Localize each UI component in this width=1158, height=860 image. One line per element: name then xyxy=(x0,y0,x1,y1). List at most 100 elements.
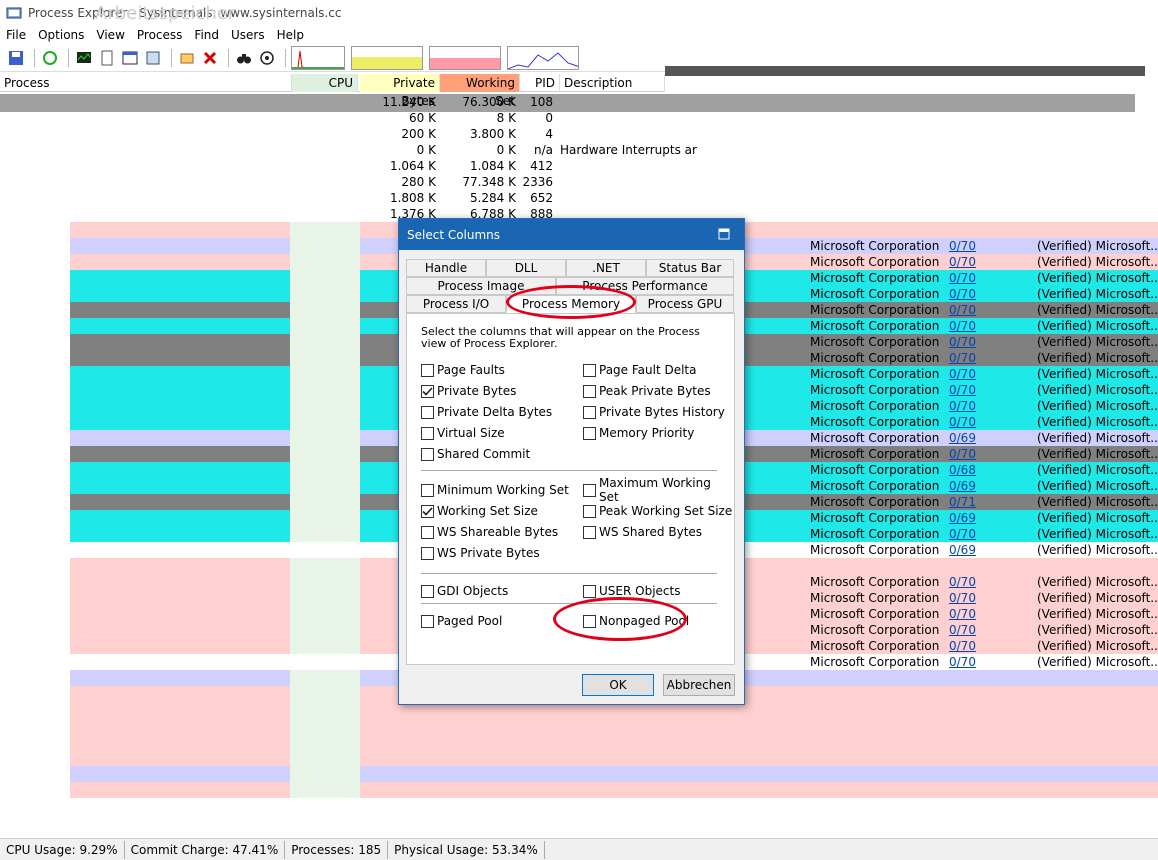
cpu-graph[interactable] xyxy=(291,45,345,70)
checkbox-page-faults[interactable]: Page Faults xyxy=(421,362,505,378)
cell-ver[interactable]: 0/69 xyxy=(949,542,976,558)
refresh-icon[interactable] xyxy=(40,48,60,68)
table-row[interactable] xyxy=(0,782,1158,798)
column-private-bytes[interactable]: Private Bytes xyxy=(360,74,440,108)
target-icon[interactable] xyxy=(257,48,277,68)
table-row[interactable]: 60 K 8 K 0 xyxy=(0,110,1158,126)
checkbox-box[interactable] xyxy=(583,405,596,419)
tab-process-image[interactable]: Process Image xyxy=(406,277,556,295)
table-row[interactable]: 1.064 K 1.084 K 412 xyxy=(0,158,1158,174)
tab-process-gpu[interactable]: Process GPU xyxy=(636,295,734,313)
cell-ver[interactable]: 0/70 xyxy=(949,334,976,350)
cell-ver[interactable]: 0/70 xyxy=(949,270,976,286)
cell-ver[interactable]: 0/70 xyxy=(949,414,976,430)
menu-options[interactable]: Options xyxy=(32,26,90,44)
menu-find[interactable]: Find xyxy=(188,26,225,44)
column-description[interactable]: Description xyxy=(560,74,665,92)
checkbox-user-objects[interactable]: USER Objects xyxy=(583,583,680,599)
checkmark-icon[interactable] xyxy=(421,504,434,518)
checkbox-ws-shared-bytes[interactable]: WS Shared Bytes xyxy=(583,524,702,540)
binoculars-icon[interactable] xyxy=(234,48,254,68)
table-row[interactable]: 0 K 0 K n/a Hardware Interrupts ar xyxy=(0,142,1158,158)
physical-graph[interactable] xyxy=(429,45,501,70)
menu-view[interactable]: View xyxy=(90,26,130,44)
commit-graph[interactable] xyxy=(351,45,423,70)
tab-net[interactable]: .NET xyxy=(566,259,646,277)
column-cpu[interactable]: CPU xyxy=(292,74,358,92)
cell-ver[interactable]: 0/70 xyxy=(949,526,976,542)
checkbox-paged-pool[interactable]: Paged Pool xyxy=(421,613,502,629)
checkbox-minimum-working-set[interactable]: Minimum Working Set xyxy=(421,482,569,498)
checkbox-private-bytes[interactable]: Private Bytes xyxy=(421,383,516,399)
cell-ver[interactable]: 0/70 xyxy=(949,590,976,606)
ok-button[interactable]: OK xyxy=(582,674,654,696)
tab-dll[interactable]: DLL xyxy=(486,259,566,277)
checkbox-page-fault-delta[interactable]: Page Fault Delta xyxy=(583,362,697,378)
cell-ver[interactable]: 0/69 xyxy=(949,478,976,494)
checkbox-box[interactable] xyxy=(421,405,434,419)
checkbox-private-bytes-history[interactable]: Private Bytes History xyxy=(583,404,725,420)
cell-ver[interactable]: 0/70 xyxy=(949,654,976,670)
checkbox-maximum-working-set[interactable]: Maximum Working Set xyxy=(583,476,734,504)
dialog-system-icon[interactable] xyxy=(718,228,730,240)
cell-ver[interactable]: 0/70 xyxy=(949,302,976,318)
column-process[interactable]: Process xyxy=(0,74,292,92)
table-row[interactable]: 11.240 K 76.300 K 108 xyxy=(0,94,1158,110)
cell-ver[interactable]: 0/70 xyxy=(949,238,976,254)
cell-ver[interactable]: 0/70 xyxy=(949,606,976,622)
tab-process-memory[interactable]: Process Memory xyxy=(506,295,636,313)
checkbox-peak-private-bytes[interactable]: Peak Private Bytes xyxy=(583,383,711,399)
checkbox-box[interactable] xyxy=(583,483,596,497)
checkbox-box[interactable] xyxy=(421,426,434,440)
cell-ver[interactable]: 0/70 xyxy=(949,382,976,398)
cell-ver[interactable]: 0/70 xyxy=(949,398,976,414)
tab-process-performance[interactable]: Process Performance xyxy=(556,277,734,295)
tab-status-bar[interactable]: Status Bar xyxy=(646,259,734,277)
properties-icon[interactable] xyxy=(97,48,117,68)
checkbox-box[interactable] xyxy=(583,525,596,539)
checkbox-box[interactable] xyxy=(421,525,434,539)
checkbox-shared-commit[interactable]: Shared Commit xyxy=(421,446,530,462)
checkbox-box[interactable] xyxy=(583,426,596,440)
checkbox-peak-working-set-size[interactable]: Peak Working Set Size xyxy=(583,503,732,519)
checkbox-box[interactable] xyxy=(583,384,596,398)
cell-ver[interactable]: 0/69 xyxy=(949,430,976,446)
kill-process-icon[interactable] xyxy=(200,48,220,68)
checkbox-box[interactable] xyxy=(421,614,434,628)
settings-icon[interactable] xyxy=(143,48,163,68)
cell-ver[interactable]: 0/69 xyxy=(949,510,976,526)
save-icon[interactable] xyxy=(6,48,26,68)
table-row[interactable] xyxy=(0,734,1158,750)
checkbox-private-delta-bytes[interactable]: Private Delta Bytes xyxy=(421,404,552,420)
checkbox-working-set-size[interactable]: Working Set Size xyxy=(421,503,538,519)
checkmark-icon[interactable] xyxy=(421,384,434,398)
checkbox-box[interactable] xyxy=(421,584,434,598)
cell-ver[interactable]: 0/71 xyxy=(949,494,976,510)
checkbox-box[interactable] xyxy=(583,614,596,628)
system-info-icon[interactable] xyxy=(74,48,94,68)
find-handle-icon[interactable] xyxy=(177,48,197,68)
checkbox-box[interactable] xyxy=(583,584,596,598)
cell-ver[interactable]: 0/70 xyxy=(949,622,976,638)
table-row[interactable]: 200 K 3.800 K 4 xyxy=(0,126,1158,142)
tab-process-i-o[interactable]: Process I/O xyxy=(406,295,506,313)
checkbox-nonpaged-pool[interactable]: Nonpaged Pool xyxy=(583,613,689,629)
checkbox-box[interactable] xyxy=(421,546,434,560)
checkbox-box[interactable] xyxy=(583,504,596,518)
cancel-button[interactable]: Abbrechen xyxy=(663,674,735,696)
cell-ver[interactable]: 0/70 xyxy=(949,574,976,590)
checkbox-ws-shareable-bytes[interactable]: WS Shareable Bytes xyxy=(421,524,558,540)
cell-ver[interactable]: 0/70 xyxy=(949,254,976,270)
checkbox-virtual-size[interactable]: Virtual Size xyxy=(421,425,505,441)
cell-ver[interactable]: 0/68 xyxy=(949,462,976,478)
menu-users[interactable]: Users xyxy=(225,26,271,44)
column-pid[interactable]: PID xyxy=(520,74,560,92)
cell-ver[interactable]: 0/70 xyxy=(949,350,976,366)
cell-ver[interactable]: 0/70 xyxy=(949,318,976,334)
table-row[interactable] xyxy=(0,718,1158,734)
menu-process[interactable]: Process xyxy=(131,26,189,44)
cell-ver[interactable]: 0/70 xyxy=(949,638,976,654)
menu-file[interactable]: File xyxy=(0,26,32,44)
cell-ver[interactable]: 0/70 xyxy=(949,286,976,302)
checkbox-gdi-objects[interactable]: GDI Objects xyxy=(421,583,508,599)
